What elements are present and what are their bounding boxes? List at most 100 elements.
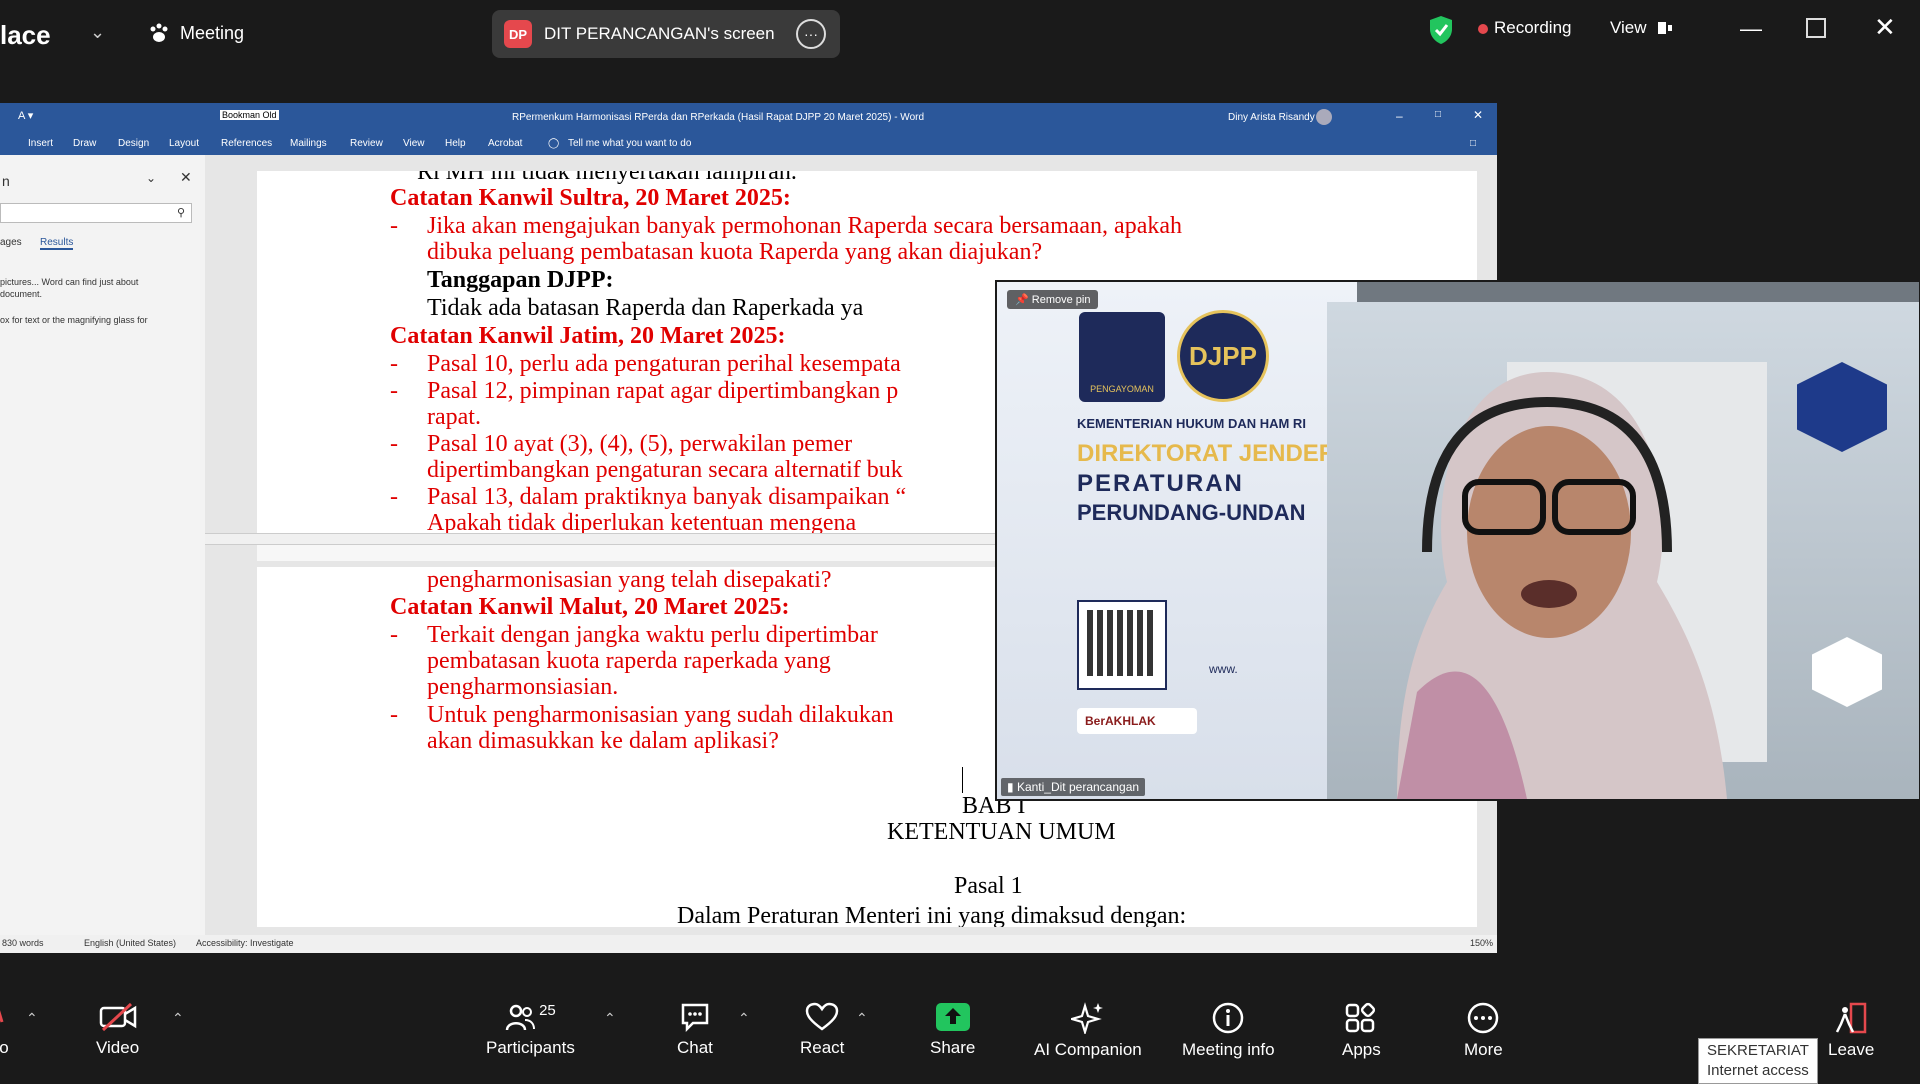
view-button[interactable]: View	[1610, 18, 1673, 38]
tab-view[interactable]: View	[403, 138, 425, 149]
more-button[interactable]: More	[1464, 1002, 1503, 1060]
pengayoman-logo: PENGAYOMAN	[1079, 312, 1165, 402]
doc-line: pembatasan kuota raperda raperkada yang	[427, 648, 831, 674]
more-options-icon[interactable]: ···	[796, 19, 826, 49]
word-title-bar: A ▾ Bookman Old RPermenkum Harmonisasi R…	[0, 103, 1497, 133]
participants-button[interactable]: 25 Participants	[486, 1002, 575, 1058]
accessibility-status[interactable]: Accessibility: Investigate	[196, 938, 294, 948]
doc-dash: -	[390, 484, 398, 510]
document-title: RPermenkum Harmonisasi RPerda dan RPerka…	[512, 112, 925, 123]
view-layout-icon	[1657, 22, 1672, 34]
recording-label[interactable]: Recording	[1494, 18, 1572, 38]
qr-code	[1077, 600, 1167, 690]
view-label: View	[1610, 18, 1647, 37]
doc-line: pengharmonisasian yang telah disepakati?	[427, 567, 832, 593]
chevron-up-icon[interactable]: ⌃	[26, 1010, 38, 1027]
participants-icon	[505, 1004, 536, 1031]
tell-me-box[interactable]: Tell me what you want to do	[568, 138, 691, 149]
leave-button[interactable]: Leave	[1828, 1002, 1874, 1060]
tab-draw[interactable]: Draw	[73, 138, 96, 149]
audio-label: o	[0, 1038, 9, 1057]
tab-references[interactable]: References	[221, 138, 272, 149]
tab-help[interactable]: Help	[445, 138, 466, 149]
word-count[interactable]: 830 words	[2, 938, 44, 948]
tab-insert[interactable]: Insert	[28, 138, 53, 149]
word-close-icon[interactable]: ✕	[1473, 108, 1483, 122]
user-avatar[interactable]	[1316, 109, 1332, 125]
chevron-up-icon[interactable]: ⌃	[172, 1010, 184, 1027]
video-button[interactable]: Video	[96, 1002, 139, 1058]
leave-label: Leave	[1828, 1040, 1875, 1059]
leave-icon	[1836, 1002, 1867, 1034]
ai-companion-button[interactable]: AI Companion	[1034, 1002, 1142, 1060]
tooltip-line: SEKRETARIAT	[1707, 1042, 1809, 1059]
nav-chevron-down-icon[interactable]: ⌄	[146, 171, 156, 185]
doc-line: Dalam Peraturan Menteri ini yang dimaksu…	[677, 903, 1187, 927]
font-name-box[interactable]: Bookman Old	[220, 110, 279, 120]
meeting-label: Meeting	[180, 22, 245, 43]
remove-pin-button[interactable]: 📌 Remove pin	[1007, 290, 1099, 309]
apps-label: Apps	[1342, 1040, 1381, 1059]
meeting-info-button[interactable]: Meeting info	[1182, 1002, 1275, 1060]
recording-dot-icon	[1478, 24, 1488, 34]
security-shield-icon[interactable]	[1428, 15, 1454, 45]
doc-dash: -	[390, 213, 398, 239]
nav-tab-results[interactable]: Results	[40, 237, 74, 250]
word-ribbon-tabs: Insert Draw Design Layout References Mai…	[0, 133, 1497, 155]
zoom-top-bar: lace ⌄ Meeting DP DIT PERANCANGAN's scre…	[0, 0, 1920, 64]
doc-chapter-title: KETENTUAN UMUM	[887, 819, 1116, 845]
djpp-logo: DJPP	[1177, 310, 1269, 402]
comments-icon[interactable]: □	[1470, 138, 1476, 149]
tab-design[interactable]: Design	[118, 138, 149, 149]
berakhlak-badge: BerAKHLAK	[1077, 708, 1197, 734]
react-button[interactable]: React	[800, 1002, 844, 1058]
screen-share-indicator[interactable]: DP DIT PERANCANGAN's screen ···	[492, 10, 840, 58]
doc-line: Pasal 12, pimpinan rapat agar dipertimba…	[427, 378, 899, 404]
share-screen-button[interactable]: Share	[930, 1002, 975, 1058]
lightbulb-icon: ◯	[548, 138, 560, 149]
pin-icon: 📌	[1015, 294, 1029, 306]
tab-layout[interactable]: Layout	[169, 138, 199, 149]
tab-mailings[interactable]: Mailings	[290, 138, 327, 149]
chat-button[interactable]: Chat	[677, 1002, 713, 1058]
doc-article: Pasal 1	[954, 873, 1023, 899]
nav-tab-pages[interactable]: ages	[0, 237, 22, 248]
audio-button[interactable]: o	[0, 1002, 14, 1058]
close-icon[interactable]: ✕	[1874, 12, 1896, 43]
pinned-video-tile[interactable]: PENGAYOMAN DJPP KEMENTERIAN HUKUM DAN HA…	[995, 280, 1920, 801]
remove-pin-label: Remove pin	[1031, 294, 1091, 306]
text-cursor	[962, 767, 963, 793]
word-minimize-icon[interactable]: –	[1396, 109, 1403, 123]
meeting-menu-button[interactable]: Meeting	[148, 16, 244, 50]
doc-heading: Catatan Kanwil Malut, 20 Maret 2025:	[390, 594, 790, 620]
magnifier-icon[interactable]: ⚲	[177, 206, 185, 219]
chevron-up-icon[interactable]: ⌃	[856, 1010, 868, 1027]
minimize-icon[interactable]: —	[1740, 16, 1762, 42]
chevron-up-icon[interactable]: ⌃	[604, 1010, 616, 1027]
tab-acrobat[interactable]: Acrobat	[488, 138, 522, 149]
sparkle-icon	[1070, 1002, 1103, 1034]
share-screen-icon	[935, 1003, 970, 1031]
nav-search-input[interactable]: ⚲	[0, 203, 192, 223]
restore-icon[interactable]	[1806, 18, 1826, 38]
language-status[interactable]: English (United States)	[84, 938, 176, 948]
window-title: lace	[0, 20, 51, 50]
more-label: More	[1464, 1040, 1503, 1059]
website-text: www.	[1209, 662, 1238, 676]
tab-review[interactable]: Review	[350, 138, 383, 149]
user-name[interactable]: Diny Arista Risandy	[1228, 112, 1315, 123]
participant-name-tag: ▮ Kanti_Dit perancangan	[1001, 778, 1146, 796]
react-label: React	[800, 1038, 845, 1057]
zoom-level[interactable]: 150%	[1470, 938, 1493, 948]
word-restore-icon[interactable]: □	[1435, 109, 1441, 120]
font-color-icon[interactable]: A ▾	[18, 109, 33, 122]
info-icon	[1213, 1002, 1244, 1034]
nav-hint: ox for text or the magnifying glass for	[0, 315, 148, 325]
nav-close-icon[interactable]: ✕	[180, 169, 192, 186]
chevron-up-icon[interactable]: ⌃	[738, 1010, 750, 1027]
doc-line: rapat.	[427, 404, 481, 430]
apps-button[interactable]: Apps	[1342, 1002, 1381, 1060]
ai-label: AI Companion	[1034, 1040, 1142, 1059]
chevron-down-icon[interactable]: ⌄	[90, 22, 105, 43]
doc-line: Pasal 10 ayat (3), (4), (5), perwakilan …	[427, 431, 853, 457]
